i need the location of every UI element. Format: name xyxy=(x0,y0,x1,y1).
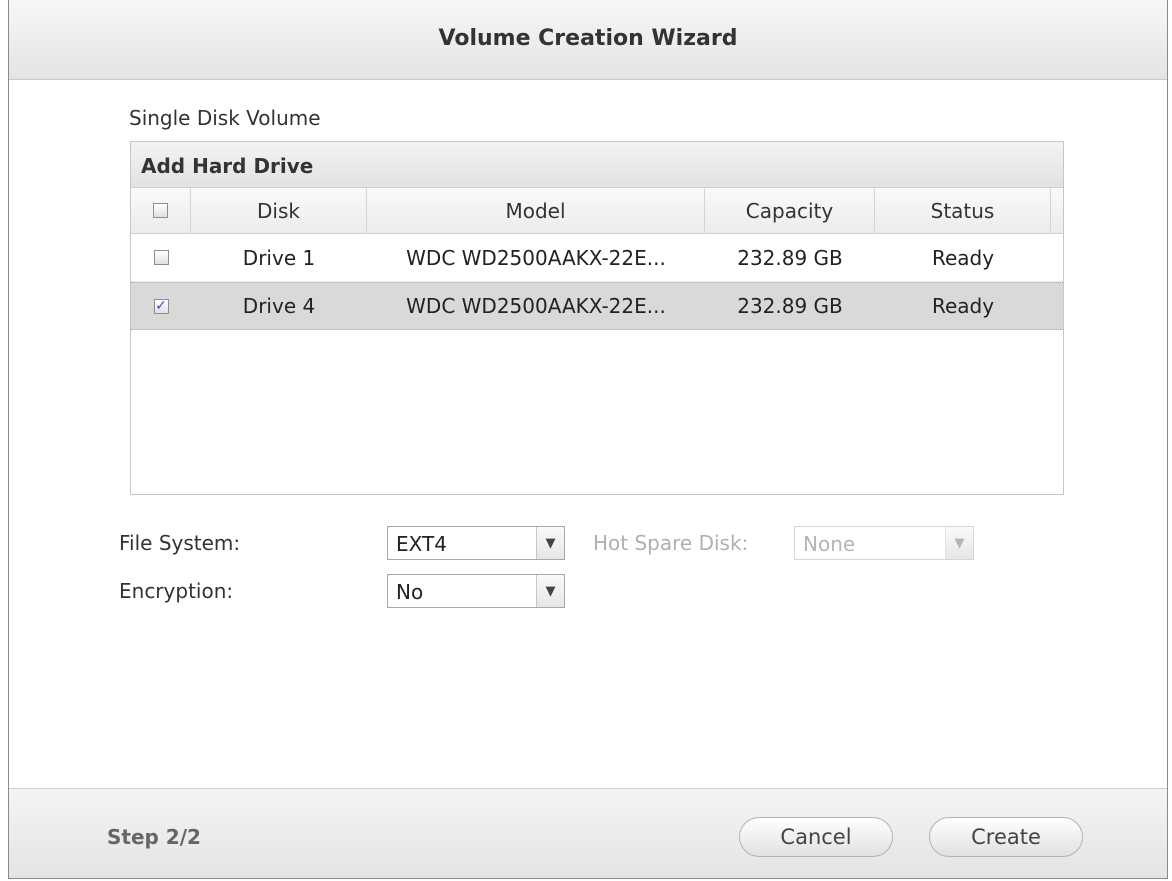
file-system-value: EXT4 xyxy=(396,532,447,556)
model-cell: WDC WD2500AAKX-22E... xyxy=(406,245,666,270)
step-indicator: Step 2/2 xyxy=(107,825,201,849)
row-checkbox-checked[interactable]: ✓ xyxy=(153,297,169,314)
volume-type-label: Single Disk Volume xyxy=(129,106,321,130)
encryption-label: Encryption: xyxy=(119,579,234,603)
column-header-model[interactable]: Model xyxy=(367,188,705,233)
dialog-titlebar: Volume Creation Wizard xyxy=(9,0,1167,80)
status-cell: Ready xyxy=(931,245,995,270)
capacity-cell: 232.89 GB xyxy=(737,245,843,270)
table-row[interactable]: ✓ Drive 4 WDC WD2500AAKX-22E... 232.89 G… xyxy=(131,282,1063,330)
column-header-filler xyxy=(1051,188,1063,233)
table-row[interactable]: Drive 1 WDC WD2500AAKX-22E... 232.89 GB … xyxy=(131,234,1063,282)
dialog-footer: Step 2/2 Cancel Create xyxy=(9,788,1167,878)
status-cell: Ready xyxy=(931,294,995,318)
row-check-cell xyxy=(131,234,191,281)
row-filler xyxy=(1051,283,1063,329)
select-all-cell xyxy=(131,188,191,233)
disk-cell: Drive 1 xyxy=(242,245,316,270)
column-header-capacity[interactable]: Capacity xyxy=(705,188,875,233)
chevron-down-icon[interactable]: ▼ xyxy=(536,575,564,607)
column-header-status[interactable]: Status xyxy=(875,188,1051,233)
grid-column-header: Disk Model Capacity Status xyxy=(131,188,1063,234)
model-cell: WDC WD2500AAKX-22E... xyxy=(406,294,666,318)
file-system-select[interactable]: EXT4 ▼ xyxy=(387,526,565,560)
row-check-cell: ✓ xyxy=(131,283,191,329)
disk-cell: Drive 4 xyxy=(242,294,316,318)
encryption-select[interactable]: No ▼ xyxy=(387,574,565,608)
row-filler xyxy=(1051,234,1063,281)
row-checkbox[interactable] xyxy=(153,250,169,265)
grid-title: Add Hard Drive xyxy=(131,142,1063,188)
hot-spare-select: None ▼ xyxy=(794,526,974,560)
capacity-cell: 232.89 GB xyxy=(737,294,843,318)
column-header-disk[interactable]: Disk xyxy=(191,188,367,233)
checkmark-icon: ✓ xyxy=(155,297,167,314)
create-button[interactable]: Create xyxy=(929,817,1083,857)
hot-spare-value: None xyxy=(803,532,856,556)
volume-creation-wizard-dialog: Volume Creation Wizard Single Disk Volum… xyxy=(8,0,1168,879)
drive-grid: Add Hard Drive Disk Model Capacity Statu… xyxy=(130,141,1064,495)
file-system-label: File System: xyxy=(119,531,241,555)
dialog-title: Volume Creation Wizard xyxy=(438,26,738,51)
select-all-checkbox[interactable] xyxy=(153,203,168,218)
hot-spare-label: Hot Spare Disk: xyxy=(593,531,749,555)
chevron-down-icon[interactable]: ▼ xyxy=(536,527,564,559)
encryption-value: No xyxy=(396,580,424,604)
cancel-button[interactable]: Cancel xyxy=(739,817,893,857)
chevron-down-icon: ▼ xyxy=(945,527,973,559)
